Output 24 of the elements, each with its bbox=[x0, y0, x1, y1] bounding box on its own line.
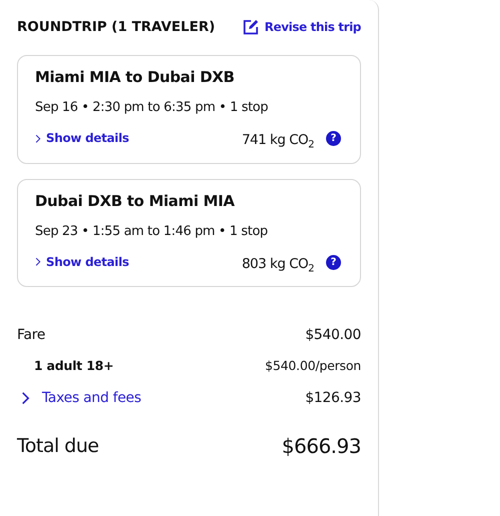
revise-trip-link[interactable]: Revise this trip bbox=[242, 19, 361, 35]
taxes-fees-link[interactable]: Taxes and fees bbox=[17, 390, 142, 406]
flight-route: Miami MIA to Dubai DXB bbox=[35, 68, 236, 86]
flight-route: Dubai DXB to Miami MIA bbox=[35, 192, 236, 210]
chevron-icon bbox=[35, 134, 41, 144]
flight-schedule: Sep 16 • 2:30 pm to 6:35 pm • 1 stop bbox=[35, 100, 269, 115]
co2-emissions: 741 kg CO$_{2}$ bbox=[242, 132, 314, 151]
chevron-icon bbox=[35, 257, 41, 267]
price-amount: $540.00/person bbox=[265, 358, 361, 374]
co2-emissions: 803 kg CO$_{2}$ bbox=[242, 256, 314, 274]
price-amount: $540.00 bbox=[305, 326, 361, 343]
trip-title: ROUNDTRIP (1 TRAVELER) bbox=[17, 19, 216, 35]
price-label: 1 adult 18+ bbox=[34, 358, 114, 374]
total-label: Total due bbox=[17, 435, 99, 458]
price-label: Fare bbox=[17, 326, 46, 343]
total-amount: $666.93 bbox=[282, 434, 361, 458]
show-details-link[interactable]: Show details bbox=[35, 131, 130, 146]
help-icon[interactable]: ? bbox=[326, 130, 341, 146]
price-amount: $126.93 bbox=[305, 390, 361, 406]
help-icon[interactable]: ? bbox=[326, 254, 341, 270]
edit-icon bbox=[242, 19, 259, 35]
show-details-link[interactable]: Show details bbox=[35, 255, 130, 270]
flight-schedule: Sep 23 • 1:55 am to 1:46 pm • 1 stop bbox=[35, 224, 269, 239]
chevron-icon bbox=[21, 390, 30, 406]
